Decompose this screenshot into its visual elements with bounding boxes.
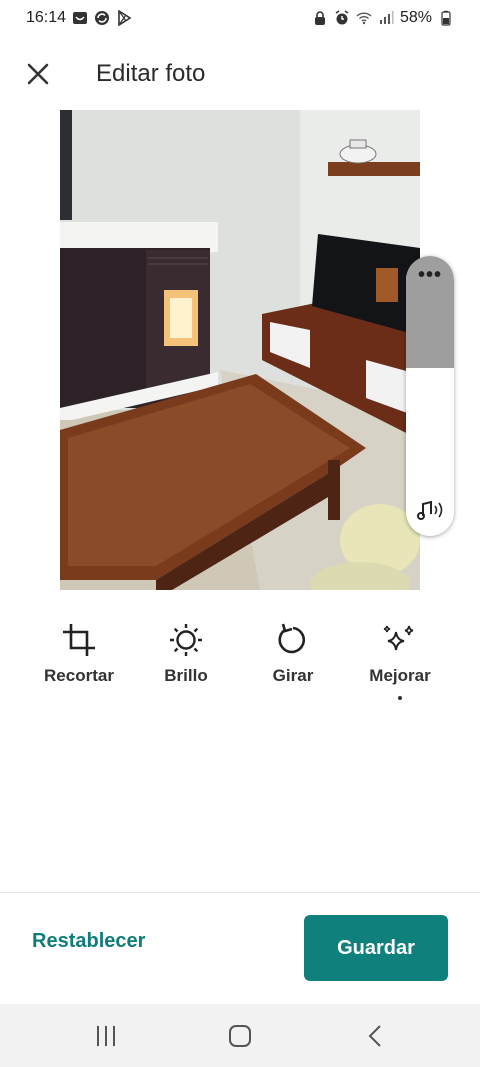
tool-label-brightness: Brillo — [164, 666, 208, 685]
app-bar: Editar foto — [0, 40, 480, 108]
footer-divider — [0, 892, 480, 893]
lock-icon — [314, 11, 325, 25]
music-note-icon[interactable] — [415, 494, 447, 526]
system-nav-bar — [0, 1004, 480, 1067]
status-time: 16:14 — [26, 9, 67, 26]
gallery-icon — [73, 12, 88, 24]
home-icon — [229, 1025, 251, 1047]
selected-indicator — [398, 696, 402, 700]
back-icon — [368, 1025, 381, 1047]
recent-apps-button[interactable] — [86, 1020, 126, 1052]
edit-tools: Recortar Brillo Girar Mejorar — [0, 620, 480, 710]
wifi-icon — [356, 12, 372, 25]
home-button[interactable] — [220, 1020, 260, 1052]
photo-preview[interactable] — [60, 110, 420, 590]
status-right: 58% — [312, 9, 454, 27]
battery-percent: 58% — [399, 9, 432, 26]
close-button[interactable] — [22, 58, 54, 90]
tool-label-crop: Recortar — [44, 666, 114, 685]
recent-apps-icon — [97, 1026, 115, 1046]
tool-enhance[interactable]: Mejorar — [345, 620, 455, 700]
signal-icon — [379, 11, 394, 24]
status-bar: 16:14 58% — [0, 0, 480, 36]
save-button[interactable]: Guardar — [304, 915, 448, 981]
sparkles-icon — [383, 625, 414, 651]
tool-label-enhance: Mejorar — [369, 666, 431, 685]
alarm-icon — [335, 10, 349, 25]
sync-icon — [95, 11, 110, 25]
more-dots-icon[interactable]: ••• — [406, 264, 454, 287]
play-store-icon — [118, 10, 132, 26]
status-left: 16:14 — [26, 9, 132, 27]
battery-icon — [441, 10, 451, 26]
tool-brightness[interactable]: Brillo — [131, 620, 241, 686]
back-button[interactable] — [356, 1020, 396, 1052]
crop-icon — [63, 624, 95, 656]
brightness-icon — [170, 624, 202, 656]
close-icon — [27, 63, 49, 85]
rotate-icon — [278, 623, 306, 654]
page-title: Editar foto — [96, 60, 206, 87]
tool-crop[interactable]: Recortar — [24, 620, 134, 686]
photo-image — [60, 110, 420, 590]
tool-label-rotate: Girar — [272, 666, 314, 685]
reset-button[interactable]: Restablecer — [32, 930, 145, 953]
tool-rotate[interactable]: Girar — [238, 620, 348, 686]
volume-panel[interactable]: ••• — [406, 256, 454, 536]
